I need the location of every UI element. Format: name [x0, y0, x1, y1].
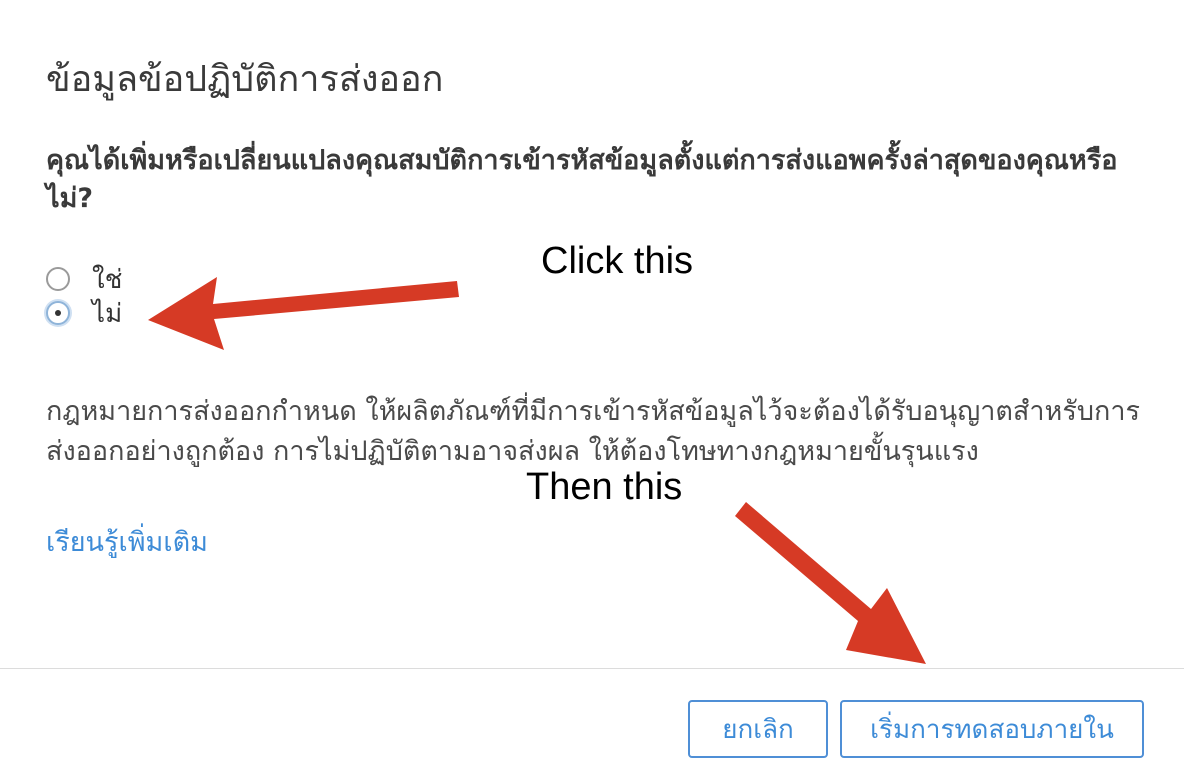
export-law-text: กฎหมายการส่งออกกำหนด ให้ผลิตภัณฑ์ที่มีกา… — [46, 396, 1140, 467]
arrow-to-no-option — [148, 277, 459, 350]
encryption-question: คุณได้เพิ่มหรือเปลี่ยนแปลงคุณสมบัติการเข… — [46, 145, 1118, 214]
export-compliance-dialog: ข้อมูลข้อปฏิบัติการส่งออก คุณได้เพิ่มหรื… — [0, 0, 1184, 778]
footer-divider — [0, 668, 1184, 669]
learn-more-link[interactable]: เรียนรู้เพิ่มเติม — [46, 520, 208, 563]
radio-option-yes[interactable]: ใช่ — [46, 262, 122, 296]
cancel-button[interactable]: ยกเลิก — [688, 700, 828, 758]
annotation-arrows — [148, 277, 926, 664]
arrow-to-start-button — [735, 502, 926, 664]
annotation-then-this: Then this — [526, 466, 683, 508]
encryption-radio-group: ใช่ ไม่ — [46, 262, 122, 330]
radio-yes[interactable] — [46, 267, 70, 291]
arrow-down-right-icon — [735, 502, 926, 664]
arrow-left-icon — [148, 277, 459, 350]
start-internal-testing-button[interactable]: เริ่มการทดสอบภายใน — [840, 700, 1144, 758]
radio-option-no[interactable]: ไม่ — [46, 296, 122, 330]
dialog-title: ข้อมูลข้อปฏิบัติการส่งออก — [46, 59, 444, 100]
radio-no-label[interactable]: ไม่ — [92, 293, 122, 334]
annotation-click-this: Click this — [541, 240, 694, 282]
radio-no[interactable] — [46, 301, 70, 325]
